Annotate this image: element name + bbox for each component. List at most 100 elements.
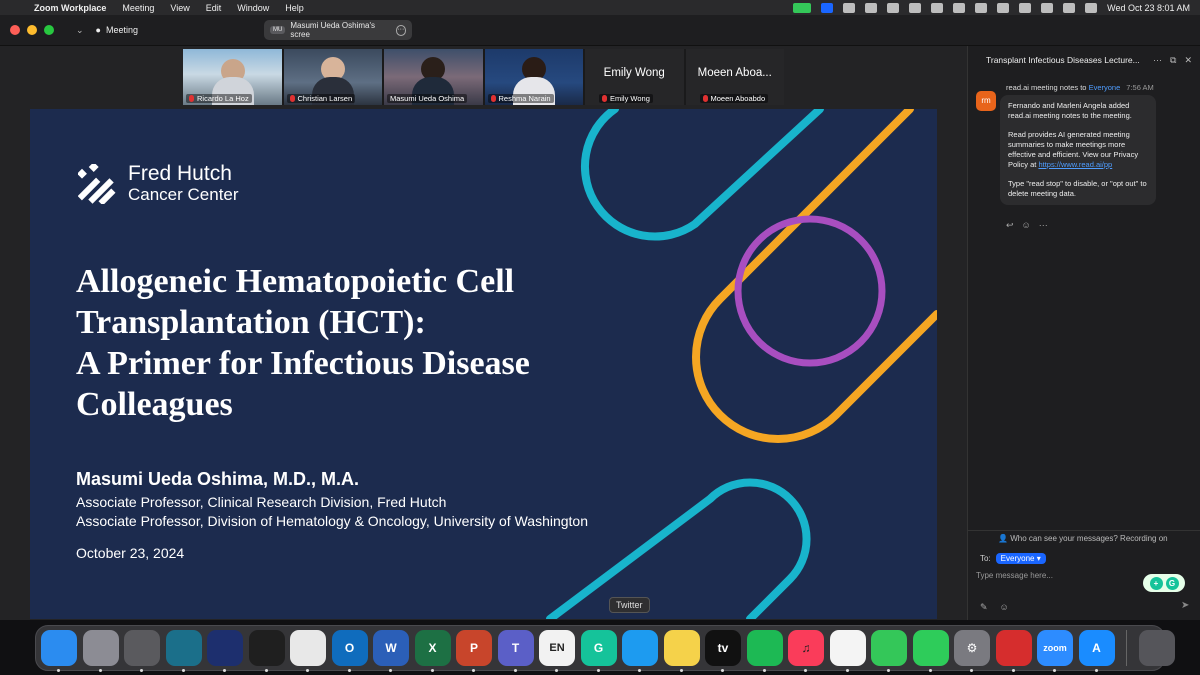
zoom-icon[interactable]: zoom — [1037, 630, 1073, 672]
finder-icon[interactable] — [41, 630, 77, 672]
messages-icon[interactable] — [871, 630, 907, 672]
system-settings-icon[interactable]: ⚙ — [954, 630, 990, 672]
participant-name: Moeen Aboabdo — [699, 94, 769, 103]
message-paragraph: Type "read stop" to disable, or "opt out… — [1008, 179, 1147, 198]
search-icon[interactable] — [1063, 2, 1076, 13]
chat-message-input[interactable] — [976, 568, 1136, 582]
display-icon[interactable] — [997, 2, 1010, 13]
vpn-icon[interactable] — [931, 2, 944, 13]
wifi-icon[interactable] — [1041, 2, 1054, 13]
participant-tile[interactable]: Christian Larsen — [283, 49, 382, 105]
sharer-initials: MU — [270, 26, 286, 34]
more-options-icon[interactable]: ··· — [395, 24, 407, 36]
message-sender: read.ai meeting notes — [1006, 83, 1079, 92]
cloud-icon[interactable] — [843, 2, 856, 13]
outlook-icon[interactable]: O — [331, 630, 368, 672]
participant-tile[interactable]: Reshma Narain — [484, 49, 583, 105]
window-title-bar: ⌄ ● Meeting MU Masumi Ueda Oshima's scre… — [0, 15, 1200, 46]
dock-separator — [1126, 630, 1127, 666]
powerpoint-icon[interactable]: P — [456, 630, 492, 672]
menu-bar-clock[interactable]: Wed Oct 23 8:01 AM — [1107, 3, 1190, 13]
chatgpt-icon[interactable] — [248, 630, 285, 672]
participant-tile-active-speaker[interactable]: Masumi Ueda Oshima — [384, 49, 483, 105]
close-icon[interactable]: ✕ — [1184, 55, 1192, 66]
more-options-icon[interactable]: ··· — [1039, 220, 1048, 231]
excel-icon[interactable]: X — [414, 630, 451, 672]
teams-icon[interactable]: T — [497, 630, 534, 672]
control-icon[interactable] — [1019, 2, 1032, 13]
menu-window[interactable]: Window — [229, 3, 277, 13]
fred-hutch-logo: Fred Hutch Cancer Center — [78, 163, 239, 205]
presenter-affiliation: Associate Professor, Clinical Research D… — [76, 494, 447, 510]
emoji-icon[interactable]: ☺ — [1000, 602, 1009, 613]
kindle-icon[interactable] — [165, 630, 202, 672]
running-indicator — [389, 669, 392, 672]
zoom-tray-icon[interactable] — [821, 2, 834, 13]
trash-icon[interactable] — [1138, 630, 1175, 666]
music-icon[interactable]: ♫ — [788, 630, 824, 672]
minimize-window-button[interactable] — [27, 25, 37, 35]
avatar: rm — [976, 91, 996, 111]
word-icon[interactable]: W — [373, 630, 409, 672]
menu-app-name[interactable]: Zoom Workplace — [26, 3, 114, 13]
running-indicator — [430, 669, 434, 672]
menu-edit[interactable]: Edit — [198, 3, 230, 13]
menu-view[interactable]: View — [162, 3, 197, 13]
app-store-icon[interactable]: A — [1078, 630, 1115, 672]
close-window-button[interactable] — [10, 25, 20, 35]
menu-help[interactable]: Help — [277, 3, 312, 13]
add-icon[interactable]: + — [1149, 576, 1163, 590]
acrobat-icon[interactable] — [995, 630, 1032, 672]
more-options-icon[interactable]: ··· — [1153, 55, 1162, 66]
participant-tile[interactable]: Emily Wong Emily Wong — [585, 49, 684, 105]
grammarly-g-icon[interactable]: G — [1165, 576, 1179, 590]
running-indicator — [1053, 669, 1056, 672]
message-actions: ↩ ☺ ··· — [1006, 220, 1048, 231]
privacy-notice[interactable]: 👤 Who can see your messages? Recording o… — [968, 530, 1200, 546]
camera-status-icon[interactable] — [793, 2, 812, 13]
control-center-icon[interactable] — [1085, 2, 1098, 13]
message-paragraph: Read provides AI generated meeting summa… — [1008, 130, 1148, 170]
recipient-dropdown[interactable]: Everyone ▾ — [995, 553, 1046, 564]
participant-tile[interactable]: Moeen Aboa... Moeen Aboabdo — [685, 49, 784, 105]
orange-loop — [691, 109, 937, 444]
facetime-icon[interactable] — [912, 630, 949, 672]
spotify-icon[interactable] — [746, 630, 783, 672]
chrome-icon[interactable] — [290, 630, 326, 672]
emoji-reaction-icon[interactable]: ☺ — [1022, 220, 1031, 231]
calculator-icon[interactable] — [124, 630, 160, 672]
apple-tv-icon[interactable]: tv — [705, 630, 741, 672]
shared-screen-slide[interactable]: Fred Hutch Cancer Center Allogeneic Hema… — [30, 109, 937, 619]
grammarly-icon[interactable]: G — [580, 630, 617, 672]
screen-share-indicator[interactable]: MU Masumi Ueda Oshima's scree ··· — [264, 20, 413, 40]
privacy-notice-text: Who can see your messages? Recording on — [1010, 534, 1168, 543]
photos-icon[interactable] — [829, 630, 866, 672]
popout-icon[interactable]: ⧉ — [1170, 55, 1176, 66]
notes-icon[interactable] — [663, 630, 700, 672]
fullscreen-window-button[interactable] — [44, 25, 54, 35]
menu-meeting[interactable]: Meeting — [114, 3, 162, 13]
format-icon[interactable]: ✎ — [980, 602, 988, 613]
grammarly-tray-icon[interactable] — [865, 2, 878, 13]
input-method-icon[interactable]: EN — [539, 630, 575, 672]
dock: O W X P T EN Gtv ♫ ⚙ zoom A — [35, 625, 1175, 672]
grammarly-widget[interactable]: + G — [1143, 574, 1185, 592]
reply-icon[interactable]: ↩ — [1006, 220, 1014, 231]
webex-tray-icon[interactable] — [887, 2, 900, 13]
chevron-down-icon[interactable]: ⌄ — [76, 25, 84, 36]
webex-icon[interactable] — [207, 630, 243, 672]
participant-tile[interactable]: Ricardo La Hoz — [183, 49, 282, 105]
running-indicator — [762, 669, 766, 672]
running-indicator — [1011, 669, 1015, 672]
participant-name: Emily Wong — [599, 94, 653, 103]
launchpad-icon[interactable] — [82, 630, 119, 672]
twitter-icon[interactable] — [622, 630, 658, 672]
privacy-link[interactable]: https://www.read.ai/pp — [1038, 160, 1112, 169]
fred-hutch-logo-mark-icon — [78, 164, 116, 204]
running-indicator — [721, 669, 724, 672]
send-icon[interactable]: ➤ — [1181, 600, 1189, 611]
shield-icon[interactable] — [909, 2, 922, 13]
battery-icon[interactable] — [975, 2, 988, 13]
meeting-info[interactable]: ● Meeting — [96, 25, 138, 35]
calendar-tray-icon[interactable] — [953, 2, 966, 13]
